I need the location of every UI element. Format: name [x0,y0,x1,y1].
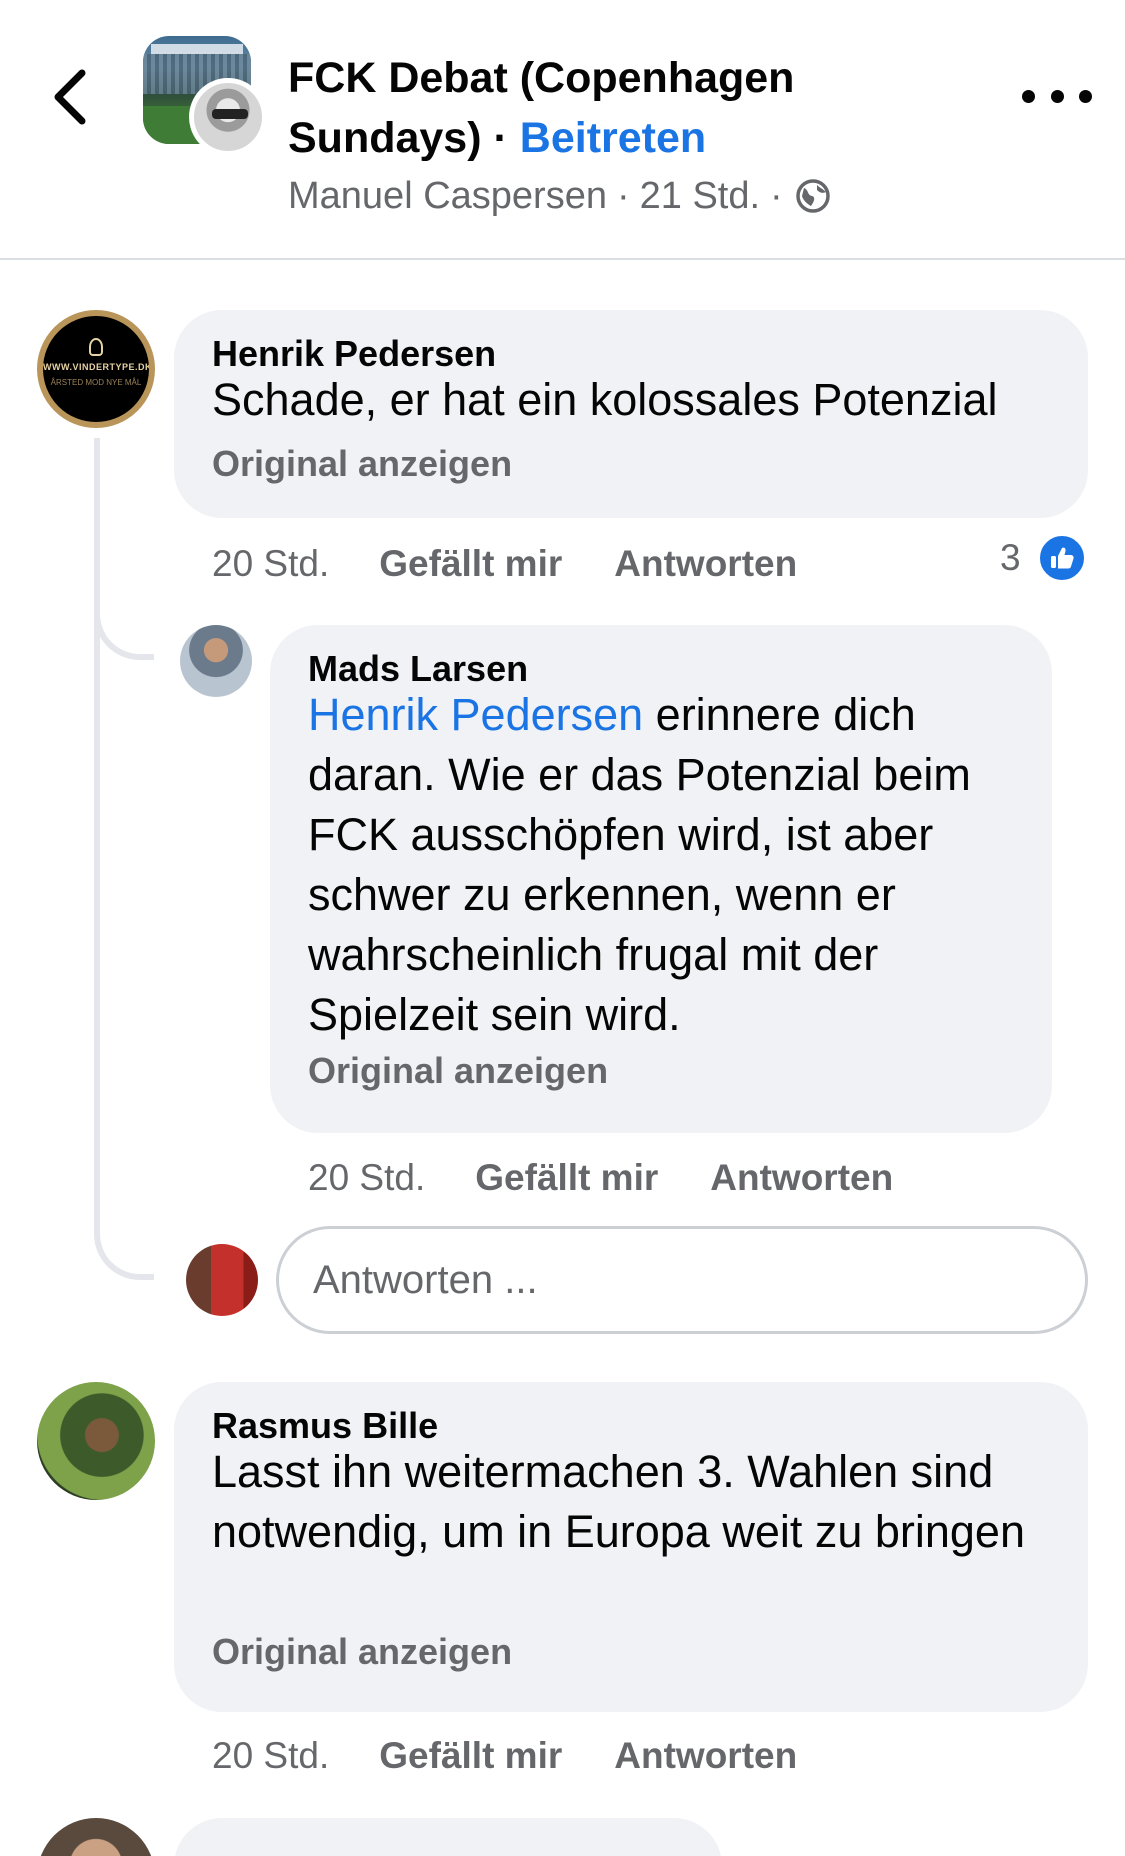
comment-time[interactable]: 20 Std. [308,1152,425,1204]
commenter-avatar[interactable] [180,625,252,697]
post-author-name[interactable]: Manuel Caspersen [288,168,607,224]
comments-page: FCK Debat (Copenhagen Sundays) · Beitret… [0,0,1125,1856]
see-original-link[interactable]: Original anzeigen [308,1047,608,1095]
reaction-summary[interactable]: 3 [1000,532,1087,584]
meta-separator: · [770,175,783,217]
reply-input[interactable] [313,1249,1053,1311]
comment-bubble: Mads Larsen Henrik Pedersen erinnere dic… [270,625,1052,1133]
reply-button[interactable]: Antworten [710,1152,893,1204]
post-author-avatar[interactable] [189,78,267,156]
like-button[interactable]: Gefällt mir [475,1152,658,1204]
comment-time[interactable]: 20 Std. [212,538,329,590]
comment-bubble: Henrik Pedersen Schade, er hat ein kolos… [174,310,1088,518]
meta-separator: · [616,175,630,217]
chevron-left-icon [54,69,86,125]
reply-button[interactable]: Antworten [614,1730,797,1782]
commenter-avatar[interactable]: WWW.VINDERTYPE.DK ÅRSTED MOD NYE MÅL [37,310,155,428]
comment-actions: 20 Std. Gefällt mir Antworten [212,538,797,590]
back-button[interactable] [40,62,100,132]
logo-mark-icon [89,338,103,356]
reply-button[interactable]: Antworten [614,538,797,590]
comment-text: Schade, er hat ein kolossales Potenzial [212,374,998,425]
avatar-logo-text: WWW.VINDERTYPE.DK [43,362,152,372]
see-original-link[interactable]: Original anzeigen [212,1628,512,1676]
comment-time[interactable]: 20 Std. [212,1730,329,1782]
current-user-avatar [186,1244,258,1316]
avatar-logo-subtext: ÅRSTED MOD NYE MÅL [50,378,142,387]
commenter-avatar[interactable] [37,1818,155,1856]
like-button[interactable]: Gefällt mir [379,1730,562,1782]
reaction-count: 3 [1000,537,1021,578]
comment-bubble [174,1818,722,1856]
thread-line [94,438,100,1198]
more-options-button[interactable] [1022,78,1092,114]
thread-connector [94,1180,154,1280]
comment-text: Henrik Pedersen erinnere dich daran. Wie… [308,685,1028,1045]
group-title: FCK Debat (Copenhagen Sundays) · Beitret… [288,48,848,168]
like-button[interactable]: Gefällt mir [379,538,562,590]
comment-text-body: erinnere dich daran. Wie er das Potenzia… [308,689,971,1040]
post-meta: Manuel Caspersen · 21 Std. · [288,168,831,224]
thumbs-up-icon [1036,533,1087,583]
comment-bubble: Rasmus Bille Lasst ihn weitermachen 3. W… [174,1382,1088,1712]
more-dots-icon [1022,89,1035,103]
header-divider [0,258,1125,260]
join-group-link[interactable]: Beitreten [520,114,706,162]
reply-input-container[interactable] [276,1226,1088,1334]
mention-link[interactable]: Henrik Pedersen [308,689,643,740]
title-separator: · [493,114,508,162]
comment-text: Lasst ihn weitermachen 3. Wahlen sind no… [212,1446,1025,1557]
comment-actions: 20 Std. Gefällt mir Antworten [212,1730,797,1782]
comment-actions: 20 Std. Gefällt mir Antworten [308,1152,893,1204]
globe-icon [795,179,830,213]
commenter-avatar[interactable] [37,1382,155,1500]
post-header: FCK Debat (Copenhagen Sundays) · Beitret… [0,0,1125,258]
post-time[interactable]: 21 Std. [640,168,760,224]
see-original-link[interactable]: Original anzeigen [212,440,512,488]
thread-connector [94,560,154,660]
